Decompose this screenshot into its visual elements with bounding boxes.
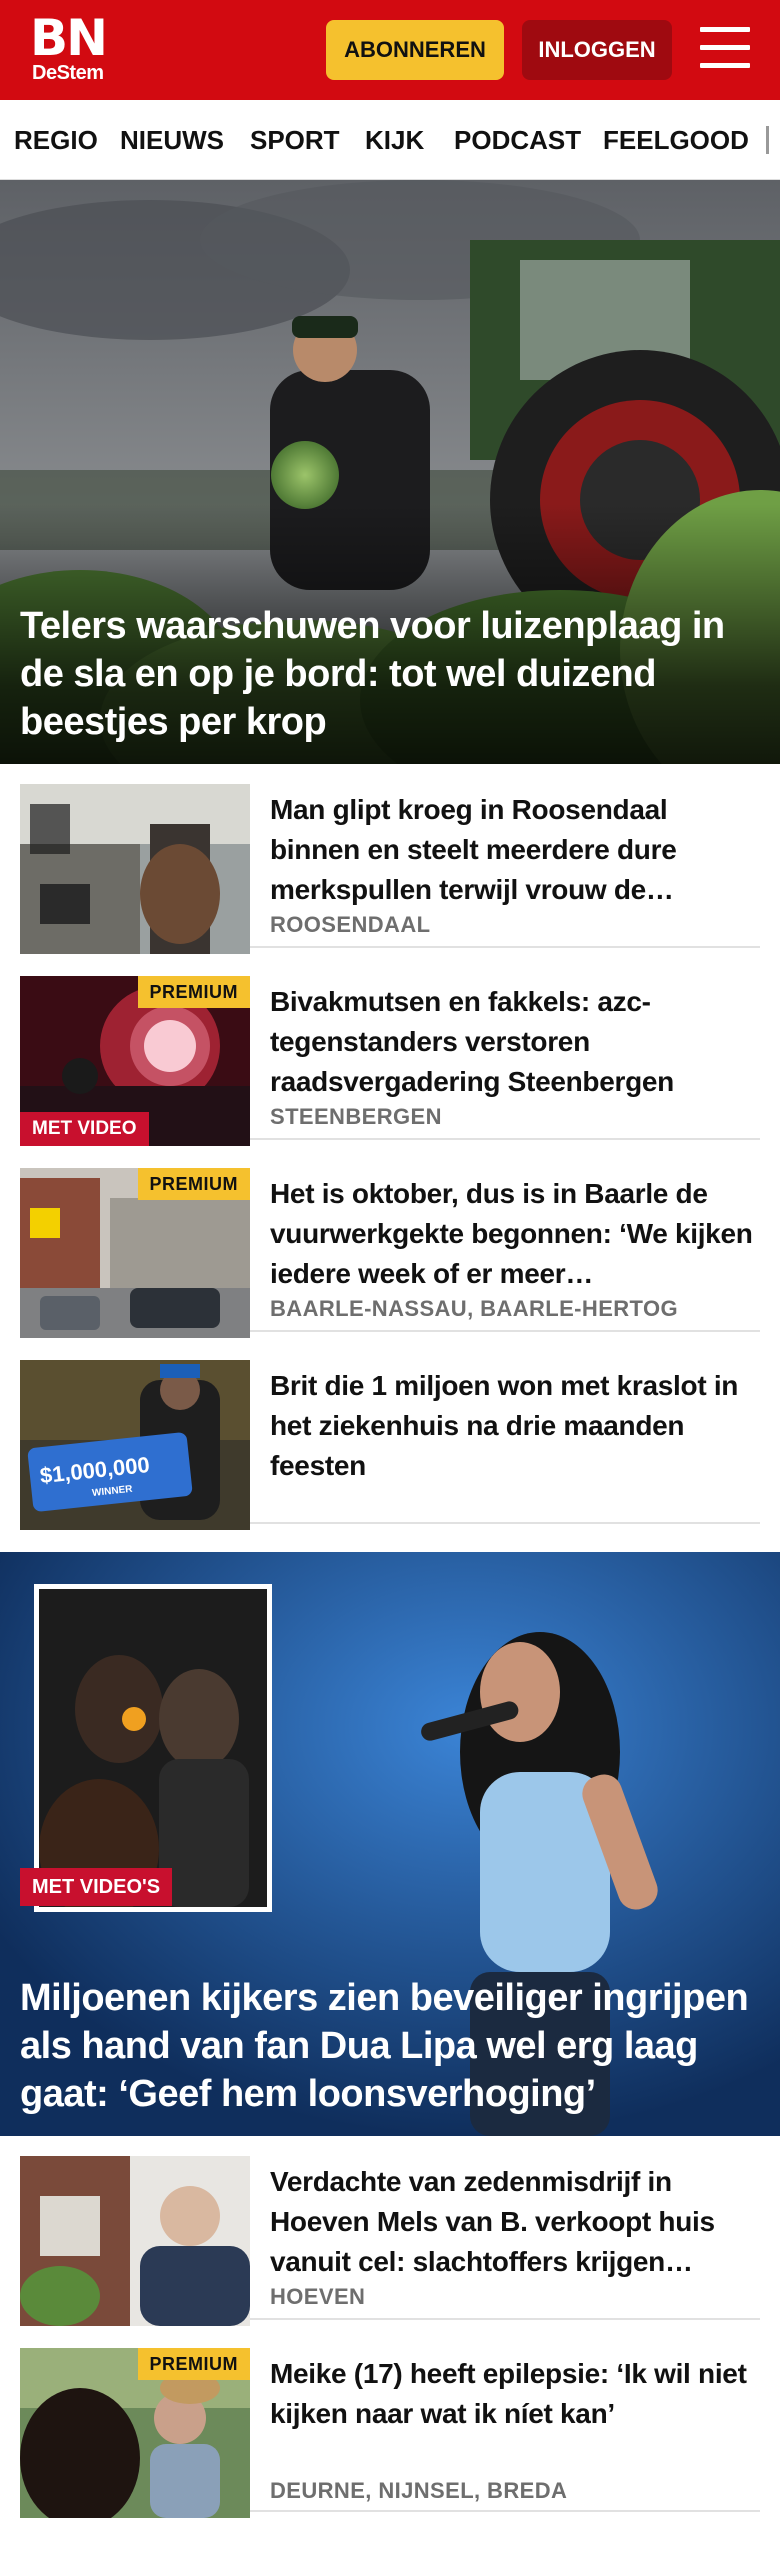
nav-item-podcast[interactable]: PODCAST	[454, 100, 581, 179]
article-thumbnail	[20, 2156, 250, 2326]
nav-overflow-indicator	[766, 126, 769, 154]
article-item[interactable]: PREMIUM Meike (17) heeft epilepsie: ‘Ik …	[20, 2328, 760, 2518]
feature-title[interactable]: Miljoenen kijkers zien beveiliger ingrij…	[20, 1974, 758, 2118]
article-item[interactable]: Man glipt kroeg in Roosendaal binnen en …	[20, 764, 760, 954]
article-location: DEURNE, NIJNSEL, BREDA	[270, 2478, 568, 2503]
premium-badge: PREMIUM	[137, 976, 250, 1008]
article-thumbnail: PREMIUM MET VIDEO	[20, 976, 250, 1146]
subscribe-button[interactable]: ABONNEREN	[326, 20, 504, 80]
site-header: BN DeStem ABONNEREN INLOGGEN	[0, 0, 780, 100]
article-item[interactable]: PREMIUM MET VIDEO Bivakmutsen en fakkels…	[20, 956, 760, 1146]
hero-title[interactable]: Telers waarschuwen voor luizenplaag in d…	[20, 602, 758, 746]
article-thumbnail: PREMIUM	[20, 2348, 250, 2518]
nav-item-kijk[interactable]: KIJK	[365, 100, 424, 179]
article-title[interactable]: Man glipt kroeg in Roosendaal binnen en …	[270, 790, 756, 910]
article-title[interactable]: Brit die 1 miljoen won met kraslot in he…	[270, 1366, 756, 1486]
hero-article[interactable]: Telers waarschuwen voor luizenplaag in d…	[0, 180, 780, 764]
nav-item-sport[interactable]: SPORT	[250, 100, 340, 179]
article-title[interactable]: Het is oktober, dus is in Baarle de vuur…	[270, 1174, 756, 1294]
video-badge: MET VIDEO	[20, 1112, 149, 1146]
premium-badge: PREMIUM	[137, 2348, 250, 2380]
article-title[interactable]: Meike (17) heeft epilepsie: ‘Ik wil niet…	[270, 2354, 756, 2434]
article-title[interactable]: Bivakmutsen en fakkels: azc-tegenstander…	[270, 982, 756, 1102]
article-thumbnail	[20, 784, 250, 954]
feature-video-badge: MET VIDEO'S	[20, 1868, 173, 1906]
logo-main-text: BN	[30, 9, 108, 67]
article-thumbnail: PREMIUM	[20, 1168, 250, 1338]
article-location: ROOSENDAAL	[270, 912, 431, 937]
article-item[interactable]: Verdachte van zedenmisdrijf in Hoeven Me…	[20, 2136, 760, 2326]
nav-item-regio[interactable]: REGIO	[14, 100, 98, 179]
login-button[interactable]: INLOGGEN	[522, 20, 672, 80]
section-nav: REGIO NIEUWS SPORT KIJK PODCAST FEELGOOD	[0, 100, 780, 180]
feature-article[interactable]: MET VIDEO'S Miljoenen kijkers zien bevei…	[0, 1552, 780, 2136]
site-logo[interactable]: BN DeStem	[30, 9, 108, 84]
hamburger-menu-icon[interactable]	[700, 26, 750, 72]
nav-item-feelgood[interactable]: FEELGOOD	[603, 100, 749, 179]
article-location: STEENBERGEN	[270, 1104, 442, 1129]
article-location: HOEVEN	[270, 2284, 366, 2309]
premium-badge: PREMIUM	[137, 1168, 250, 1200]
feature-inset-video[interactable]	[34, 1584, 272, 1912]
article-item[interactable]: $1,000,000 WINNER Brit die 1 miljoen won…	[20, 1340, 760, 1530]
article-thumbnail: $1,000,000 WINNER	[20, 1360, 250, 1530]
article-item[interactable]: PREMIUM Het is oktober, dus is in Baarle…	[20, 1148, 760, 1338]
article-location: BAARLE-NASSAU, BAARLE-HERTOG	[270, 1296, 679, 1321]
article-title[interactable]: Verdachte van zedenmisdrijf in Hoeven Me…	[270, 2162, 756, 2282]
logo-sub-text: DeStem	[32, 62, 104, 84]
nav-item-nieuws[interactable]: NIEUWS	[120, 100, 224, 179]
